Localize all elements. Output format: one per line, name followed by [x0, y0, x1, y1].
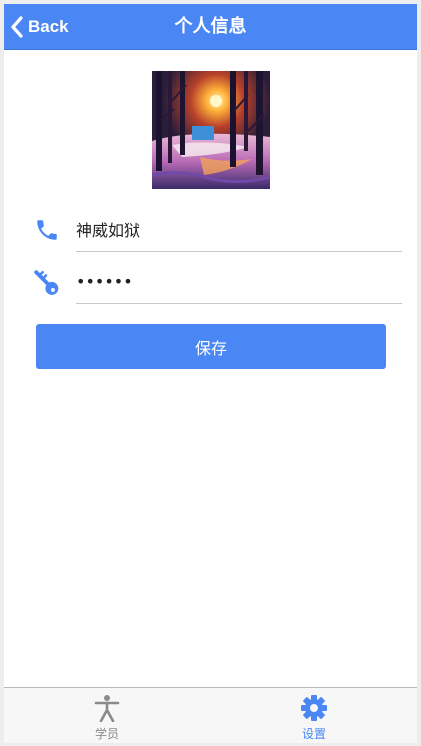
back-button[interactable]: Back: [10, 4, 69, 49]
bottom-tab-bar: 学员 设置: [4, 687, 417, 743]
phone-icon: [34, 217, 62, 245]
password-input[interactable]: [76, 259, 402, 304]
tab-label: 学员: [94, 727, 119, 741]
name-field-row: [34, 207, 402, 259]
save-button[interactable]: 保存: [36, 324, 386, 369]
tab-label: 设置: [301, 727, 326, 741]
tab-students[interactable]: 学员: [4, 688, 210, 743]
person-icon: [93, 694, 121, 723]
password-field-row: [34, 259, 402, 311]
key-icon: [34, 269, 62, 297]
chevron-left-icon: [10, 15, 24, 38]
app-screen: Back 个人信息 神威如狱 保存 学员 设置: [4, 4, 417, 743]
header-bar: Back 个人信息: [4, 4, 417, 50]
tab-settings[interactable]: 设置: [211, 688, 417, 743]
name-input[interactable]: [76, 207, 402, 252]
gear-icon: [300, 694, 328, 722]
avatar[interactable]: [152, 71, 270, 189]
back-label: Back: [28, 16, 69, 36]
